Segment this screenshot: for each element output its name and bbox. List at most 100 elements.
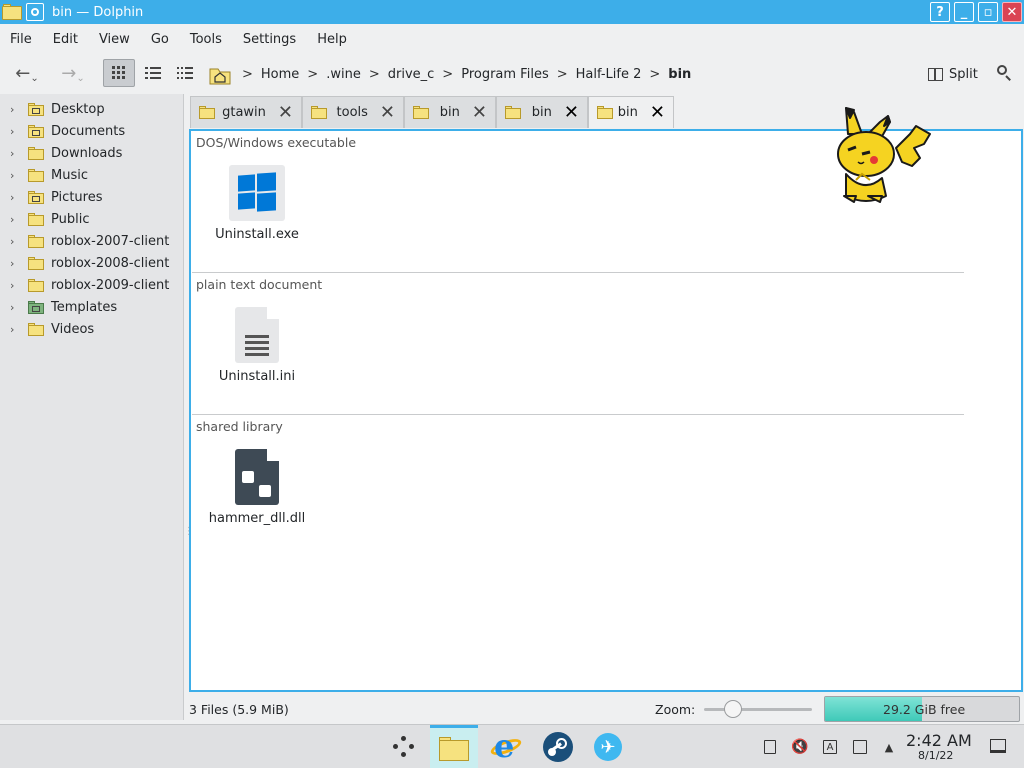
tab-label: bin — [617, 105, 638, 120]
show-hidden-icons-icon[interactable]: ▲ — [880, 737, 898, 757]
compact-view-button[interactable] — [140, 59, 166, 87]
tab-bin-2[interactable]: bin ✕ — [404, 96, 496, 128]
split-button[interactable]: Split — [928, 60, 978, 88]
clock-time[interactable]: 2:42 AM — [906, 731, 972, 750]
tab-tools-1[interactable]: tools ✕ — [302, 96, 404, 128]
forward-button[interactable]: → ⌄ — [54, 59, 92, 87]
menu-edit[interactable]: Edit — [53, 32, 78, 47]
chevron-right-icon[interactable]: › — [10, 301, 20, 314]
home-folder-icon[interactable] — [208, 63, 232, 85]
details-view-button[interactable] — [172, 59, 198, 87]
chevron-right-icon[interactable]: › — [10, 147, 20, 160]
chevron-right-icon: > — [368, 66, 380, 82]
network-icon[interactable] — [850, 737, 870, 757]
menu-tools[interactable]: Tools — [190, 32, 222, 47]
chevron-right-icon[interactable]: › — [10, 235, 20, 248]
sidebar-item-templates[interactable]: › Templates — [0, 296, 184, 318]
list-view-icon — [145, 67, 161, 79]
internet-explorer-icon: e — [488, 727, 524, 765]
sidebar-item-label: Public — [51, 211, 90, 227]
chevron-down-icon: ⌄ — [76, 72, 85, 84]
sidebar-item-pictures[interactable]: › Pictures — [0, 186, 184, 208]
search-icon[interactable] — [996, 64, 1012, 81]
zoom-slider-track[interactable] — [704, 708, 812, 711]
group-label-executable: DOS/Windows executable — [196, 135, 357, 150]
title-bar[interactable]: bin — Dolphin ? _ ▫ ✕ — [0, 0, 1024, 24]
sidebar-item-music[interactable]: › Music — [0, 164, 184, 186]
breadcrumb-bin[interactable]: bin — [668, 67, 691, 82]
application-launcher[interactable] — [378, 725, 426, 768]
chevron-down-icon: ⌄ — [30, 72, 39, 84]
chevron-right-icon: > — [242, 66, 253, 82]
pikachu-sprite[interactable] — [836, 104, 932, 208]
close-tab-icon[interactable]: ✕ — [278, 103, 293, 122]
menu-settings[interactable]: Settings — [243, 32, 296, 47]
sidebar-item-roblox-2008-client[interactable]: › roblox-2008-client — [0, 252, 184, 274]
back-button[interactable]: ← ⌄ — [8, 59, 46, 87]
places-sidebar: › Desktop › Documents › Downloads › Music › Pictu… — [0, 94, 184, 720]
free-space-indicator[interactable]: 29.2 GiB free — [824, 696, 1020, 722]
chevron-right-icon[interactable]: › — [10, 103, 20, 116]
steam-icon — [543, 732, 573, 762]
menu-bar: File Edit View Go Tools Settings Help — [0, 27, 1024, 51]
breadcrumb-half-life-2[interactable]: Half-Life 2 — [576, 67, 642, 82]
chevron-right-icon[interactable]: › — [10, 125, 20, 138]
tab-bin-3[interactable]: bin ✕ — [496, 96, 588, 128]
back-arrow-icon: ← — [15, 62, 31, 84]
sidebar-item-label: Pictures — [51, 189, 103, 205]
volume-muted-icon[interactable]: 🔇 — [790, 737, 810, 757]
sidebar-item-roblox-2009-client[interactable]: › roblox-2009-client — [0, 274, 184, 296]
sidebar-item-roblox-2007-client[interactable]: › roblox-2007-client — [0, 230, 184, 252]
keyboard-layout-icon[interactable]: A — [820, 737, 840, 757]
sidebar-item-public[interactable]: › Public — [0, 208, 184, 230]
chevron-right-icon[interactable]: › — [10, 213, 20, 226]
breadcrumb-drive-c[interactable]: drive_c — [388, 67, 435, 82]
minimize-button[interactable]: _ — [954, 2, 974, 22]
icons-view-button[interactable] — [103, 59, 135, 87]
tab-bin-4[interactable]: bin ✕ — [588, 96, 674, 128]
chevron-right-icon[interactable]: › — [10, 279, 20, 292]
clock-date[interactable]: 8/1/22 — [918, 749, 953, 762]
breadcrumb-wine[interactable]: .wine — [326, 67, 361, 82]
folder-icon — [28, 168, 44, 182]
maximize-button[interactable]: ▫ — [978, 2, 998, 22]
file-view[interactable]: DOS/Windows executable Uninstall.exe pla… — [189, 129, 1023, 692]
tab-bar: gtawin ✕ tools ✕ bin ✕ bin ✕ bin ✕ — [190, 96, 674, 128]
chevron-right-icon[interactable]: › — [10, 169, 20, 182]
taskbar-steam[interactable] — [534, 725, 582, 768]
chevron-right-icon[interactable]: › — [10, 191, 20, 204]
close-tab-icon[interactable]: ✕ — [564, 103, 579, 122]
taskbar-app[interactable]: ✈ — [584, 725, 632, 768]
file-item-uninstall-exe[interactable]: Uninstall.exe — [202, 165, 312, 242]
tab-gtawin-0[interactable]: gtawin ✕ — [190, 96, 302, 128]
close-tab-icon[interactable]: ✕ — [380, 103, 395, 122]
sidebar-item-label: Music — [51, 167, 88, 183]
keep-above-pin-icon[interactable] — [26, 3, 44, 21]
file-item-hammer-dll[interactable]: hammer_dll.dll — [202, 449, 312, 526]
taskbar-dolphin[interactable] — [430, 725, 478, 768]
taskbar-internet-explorer[interactable]: e — [482, 725, 530, 768]
menu-view[interactable]: View — [99, 32, 130, 47]
breadcrumb-home[interactable]: Home — [261, 67, 299, 82]
sidebar-item-videos[interactable]: › Videos — [0, 318, 184, 340]
close-tab-icon[interactable]: ✕ — [472, 103, 487, 122]
folder-icon — [2, 4, 22, 20]
show-desktop-icon[interactable] — [990, 739, 1006, 753]
menu-help[interactable]: Help — [317, 32, 347, 47]
menu-go[interactable]: Go — [151, 32, 169, 47]
close-tab-icon[interactable]: ✕ — [650, 103, 665, 122]
breadcrumb-program-files[interactable]: Program Files — [461, 67, 549, 82]
tab-label: gtawin — [222, 105, 266, 120]
file-item-uninstall-ini[interactable]: Uninstall.ini — [202, 307, 312, 384]
chevron-right-icon[interactable]: › — [10, 323, 20, 336]
chevron-right-icon[interactable]: › — [10, 257, 20, 270]
help-button[interactable]: ? — [930, 2, 950, 22]
sidebar-item-downloads[interactable]: › Downloads — [0, 142, 184, 164]
close-button[interactable]: ✕ — [1002, 2, 1022, 22]
menu-file[interactable]: File — [10, 32, 32, 47]
sidebar-item-documents[interactable]: › Documents — [0, 120, 184, 142]
sidebar-item-label: Desktop — [51, 101, 105, 117]
sidebar-item-desktop[interactable]: › Desktop — [0, 98, 184, 120]
zoom-slider-handle[interactable] — [723, 700, 742, 718]
clipboard-icon[interactable] — [760, 737, 780, 757]
